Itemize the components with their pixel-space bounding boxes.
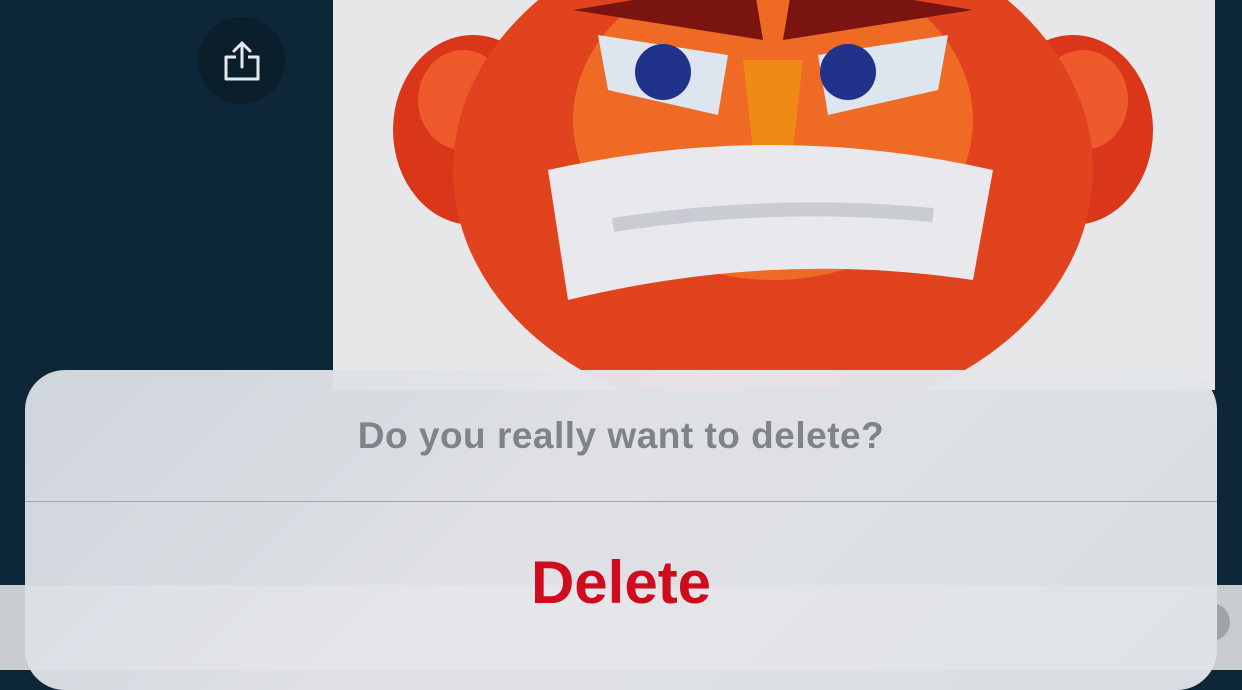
angry-face-image	[333, 0, 1215, 390]
right-panel	[1215, 0, 1242, 590]
action-sheet: Do you really want to delete? Delete	[25, 370, 1217, 690]
delete-button[interactable]: Delete	[25, 502, 1217, 677]
share-button[interactable]	[198, 17, 285, 104]
action-sheet-title: Do you really want to delete?	[357, 414, 885, 456]
share-icon	[224, 41, 259, 80]
